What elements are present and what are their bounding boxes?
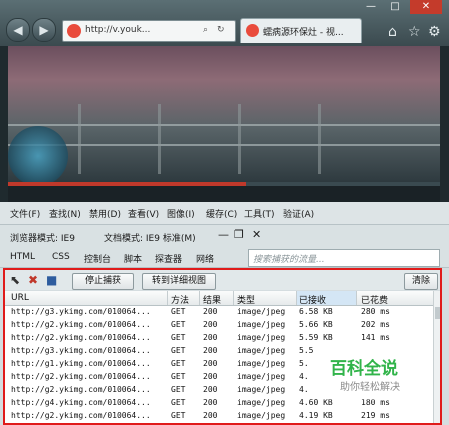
browser-tab[interactable]: 蠕病源环保灶 - 视... (240, 18, 362, 43)
watermark-title: 百科全说 (330, 359, 398, 379)
menu-view[interactable]: 查看(V) (128, 207, 159, 220)
menu-tools[interactable]: 工具(T) (244, 207, 275, 220)
undock-icon[interactable]: ❐ (234, 228, 244, 241)
browser-mode-menu[interactable]: 浏览器模式: IE9 (10, 231, 75, 244)
tab-title: 蠕病源环保灶 - 视... (263, 28, 344, 38)
railing-post (238, 104, 241, 174)
gear-icon[interactable]: ⚙ (428, 24, 441, 40)
devtools-modebar: 浏览器模式: IE9 文档模式: IE9 标准(M) — ❐ ✕ (0, 225, 449, 247)
search-captured-traffic-input[interactable]: 搜索捕获的流量... (248, 249, 440, 267)
railing-post (78, 104, 81, 174)
tab-favicon-icon (246, 24, 259, 37)
tab-html[interactable]: HTML (10, 252, 35, 262)
minimize-panel-icon[interactable]: — (218, 228, 229, 241)
tab-css[interactable]: CSS (52, 252, 70, 262)
home-icon[interactable]: ⌂ (388, 24, 397, 40)
menu-disable[interactable]: 禁用(D) (89, 207, 121, 220)
player-controls (8, 186, 440, 202)
back-button[interactable]: ◀ (6, 18, 30, 42)
menu-file[interactable]: 文件(F) (10, 207, 40, 220)
site-favicon-icon (67, 24, 81, 38)
refresh-icon[interactable]: ↻ (217, 25, 225, 35)
highlight-annotation-box (3, 268, 442, 425)
tab-profiler[interactable]: 探查器 (155, 252, 182, 265)
address-text: http://v.youk... (85, 25, 151, 35)
watermark-logo: 百科全说 助你轻松解决 (320, 352, 430, 400)
minimize-button[interactable]: — (360, 0, 382, 14)
video-frame[interactable] (8, 46, 440, 182)
tab-script[interactable]: 脚本 (124, 252, 142, 265)
menu-images[interactable]: 图像(I) (167, 207, 195, 220)
close-window-button[interactable]: ✕ (410, 0, 442, 14)
devtools-menubar: 文件(F) 查找(N) 禁用(D) 查看(V) 图像(I) 缓存(C) 工具(T… (0, 202, 449, 225)
watermark-subtitle: 助你轻松解决 (340, 382, 400, 393)
search-placeholder: 搜索捕获的流量... (253, 255, 325, 265)
railing-post (318, 104, 321, 174)
menu-find[interactable]: 查找(N) (49, 207, 81, 220)
railing-post (158, 104, 161, 174)
address-bar[interactable]: http://v.youk... ⌕ ↻ (62, 20, 236, 42)
close-panel-icon[interactable]: ✕ (252, 228, 261, 241)
railing-line (8, 144, 440, 146)
maximize-button[interactable]: □ (384, 0, 406, 14)
tab-network[interactable]: 网络 (196, 252, 214, 265)
player-logo-icon (8, 126, 68, 182)
document-mode-menu[interactable]: 文档模式: IE9 标准(M) (104, 231, 196, 244)
menu-cache[interactable]: 缓存(C) (206, 207, 237, 220)
railing-line (8, 124, 440, 126)
menu-validate[interactable]: 验证(A) (283, 207, 314, 220)
search-icon[interactable]: ⌕ (203, 25, 208, 35)
tab-console[interactable]: 控制台 (84, 252, 111, 265)
favorites-star-icon[interactable]: ☆ (408, 24, 421, 40)
forward-button[interactable]: ▶ (32, 18, 56, 42)
